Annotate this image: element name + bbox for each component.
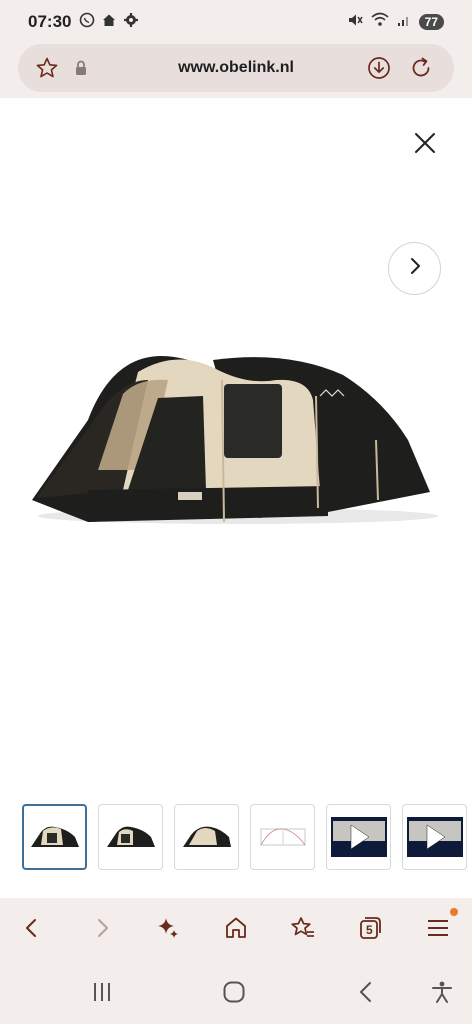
recent-apps-icon	[90, 981, 114, 1008]
thumbnail-1[interactable]	[22, 804, 87, 870]
thumbnail-4-diagram[interactable]	[250, 804, 315, 870]
thumbnail-2[interactable]	[98, 804, 163, 870]
ai-assistant-button[interactable]	[150, 912, 186, 948]
thumbnail-5-video[interactable]	[326, 804, 391, 870]
status-time: 07:30	[28, 12, 72, 31]
signal-icon	[397, 13, 411, 32]
battery-indicator: 77	[418, 14, 444, 30]
next-image-button[interactable]	[388, 242, 441, 295]
close-icon	[413, 131, 437, 160]
tent-product-image[interactable]	[28, 340, 438, 530]
address-bar-area: www.obelink.nl	[0, 44, 472, 98]
tab-count: 5	[366, 923, 373, 937]
accessibility-icon	[430, 980, 454, 1009]
tabs-button[interactable]: 5	[352, 912, 388, 948]
sparkle-icon	[155, 915, 181, 946]
status-right: 77	[347, 12, 444, 33]
system-back-button[interactable]	[350, 978, 382, 1010]
bookmarks-star-icon	[289, 915, 317, 946]
accessibility-button[interactable]	[426, 978, 458, 1010]
chevron-right-icon	[91, 917, 113, 944]
home-circle-icon	[222, 980, 246, 1009]
home-icon	[223, 915, 249, 946]
download-icon[interactable]	[366, 55, 392, 81]
thumbnail-3[interactable]	[174, 804, 239, 870]
whatsapp-icon	[79, 12, 95, 33]
close-gallery-button[interactable]	[408, 128, 442, 162]
status-bar: 07:30 77	[0, 0, 472, 44]
thumbnail-strip	[22, 804, 472, 870]
system-home-button[interactable]	[218, 978, 250, 1010]
system-navigation-bar	[0, 962, 472, 1024]
bookmarks-button[interactable]	[285, 912, 321, 948]
home-button[interactable]	[218, 912, 254, 948]
system-back-icon	[356, 981, 376, 1008]
recent-apps-button[interactable]	[86, 978, 118, 1010]
status-left-icons	[79, 12, 139, 33]
menu-button[interactable]	[420, 908, 458, 948]
reload-icon[interactable]	[408, 55, 434, 81]
mute-icon	[347, 12, 363, 33]
browser-toolbar: 5	[0, 898, 472, 962]
address-bar[interactable]: www.obelink.nl	[18, 44, 454, 92]
chevron-right-icon	[405, 256, 425, 281]
back-button[interactable]	[14, 912, 50, 948]
wifi-icon	[371, 12, 389, 33]
notification-dot	[450, 908, 458, 916]
hamburger-menu-icon	[426, 917, 450, 944]
image-gallery	[0, 98, 472, 898]
chevron-left-icon	[21, 917, 43, 944]
forward-button[interactable]	[84, 912, 120, 948]
home-icon	[101, 12, 117, 33]
thumbnail-6-video[interactable]	[402, 804, 467, 870]
settings-icon	[123, 12, 139, 33]
